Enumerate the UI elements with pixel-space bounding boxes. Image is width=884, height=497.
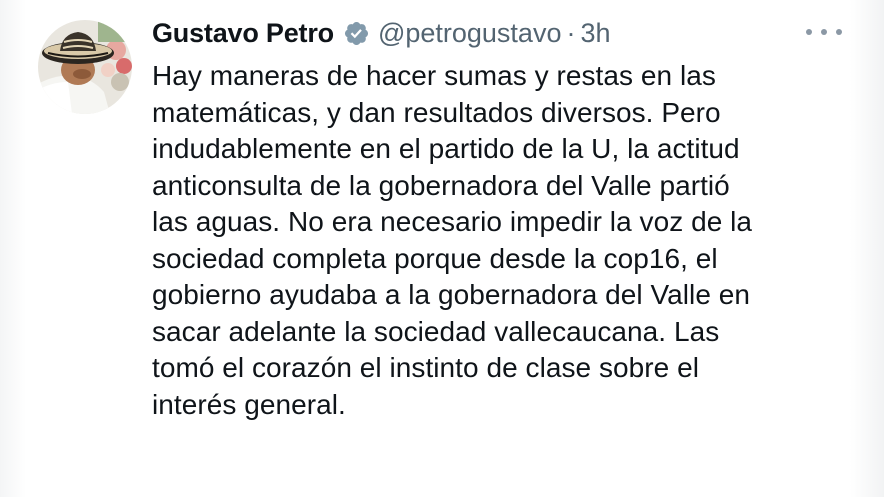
author-handle[interactable]: @petrogustavo (378, 18, 562, 49)
timestamp[interactable]: 3h (580, 18, 610, 49)
tweet-text-line: matemáticas, y dan resultados diversos. … (152, 96, 721, 128)
tweet-text-line: tomó el corazón el instinto de clase sob… (152, 352, 699, 383)
tweet-text-line: anticonsulta de la gobernadora del Valle… (152, 169, 730, 201)
tweet-text-line: sociedad completa porque desde la cop16,… (152, 242, 718, 274)
left-edge-shadow (0, 0, 26, 497)
more-dot (836, 29, 842, 35)
verified-badge-icon (343, 20, 370, 47)
tweet-text-line: sacar adelante la sociedad vallecaucana.… (152, 315, 720, 347)
tweet-text: Hay maneras de hacer sumas y restas en l… (152, 58, 852, 423)
tweet-text-line: las aguas. No era necesario impedir la v… (152, 206, 753, 237)
avatar[interactable] (38, 20, 132, 114)
tweet-text-line: indudablemente en el partido de la U, la… (152, 133, 740, 164)
tweet-text-line: interés general. (152, 388, 346, 420)
tweet-text-line: Hay maneras de hacer sumas y restas en l… (152, 60, 716, 91)
tweet-header: Gustavo Petro @petrogustavo · 3h (152, 14, 611, 52)
right-edge-shadow (850, 0, 884, 497)
separator-dot: · (566, 17, 576, 48)
more-options-icon[interactable] (806, 25, 842, 39)
more-dot (821, 29, 827, 35)
tweet-text-line: gobierno ayudaba a la gobernadora del Va… (152, 279, 751, 310)
tweet-card: Gustavo Petro @petrogustavo · 3h Hay man… (0, 0, 884, 497)
avatar-image (38, 20, 132, 114)
author-name[interactable]: Gustavo Petro (152, 18, 334, 49)
more-dot (806, 29, 812, 35)
